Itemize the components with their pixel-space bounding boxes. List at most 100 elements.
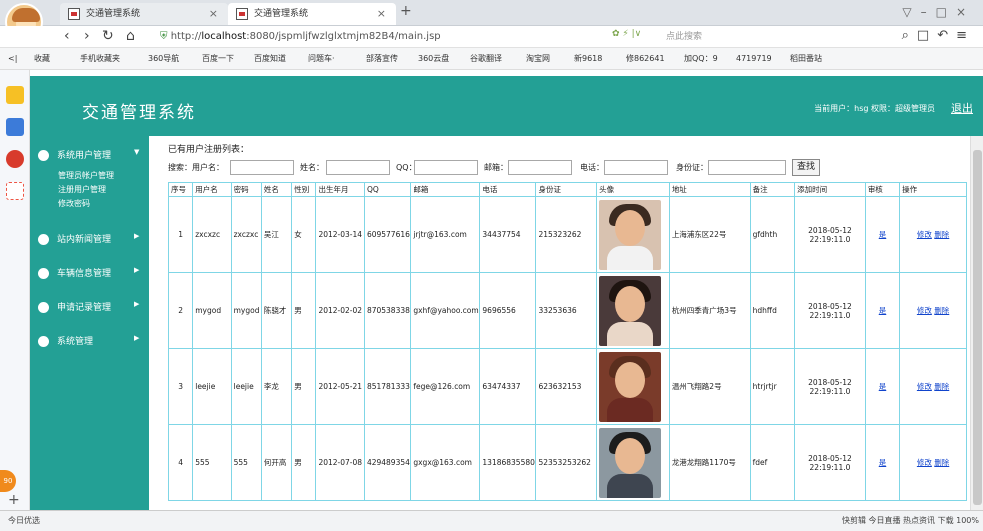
- scrollbar-thumb[interactable]: [973, 150, 982, 505]
- email-label: 邮箱：: [484, 163, 508, 172]
- audit-link[interactable]: 是: [879, 382, 887, 391]
- bookmark-item[interactable]: 谷歌翻译: [470, 48, 502, 69]
- page-icon: [68, 8, 80, 20]
- idcard-search-input[interactable]: [708, 160, 786, 175]
- menu-news[interactable]: 站内新闻管理 ▶: [38, 232, 149, 245]
- reload-button[interactable]: ↻: [102, 28, 114, 44]
- tab-2-active[interactable]: 交通管理系统 ×: [228, 3, 396, 25]
- vertical-scrollbar[interactable]: [970, 136, 983, 510]
- qq-search-input[interactable]: [414, 160, 478, 175]
- bookmark-item[interactable]: 稻田番站: [790, 48, 822, 69]
- close-icon[interactable]: ×: [209, 3, 218, 25]
- back-button[interactable]: ‹: [64, 28, 70, 44]
- submenu-registered-users[interactable]: 注册用户管理: [58, 184, 106, 195]
- cell-password: mygod: [230, 272, 262, 349]
- submenu-admin-accounts[interactable]: 管理员帐户管理: [58, 170, 114, 181]
- email-search-input[interactable]: [508, 160, 572, 175]
- audit-link[interactable]: 是: [879, 458, 887, 467]
- delete-link[interactable]: 删除: [934, 230, 949, 239]
- username-search-input[interactable]: [230, 160, 294, 175]
- column-header: QQ: [363, 182, 412, 197]
- cell-avatar: [596, 348, 670, 425]
- cell-phone: 63474337: [479, 348, 537, 425]
- close-icon[interactable]: ×: [377, 3, 386, 25]
- cell-username: mygod: [192, 272, 232, 349]
- menu-applications[interactable]: 申请记录管理 ▶: [38, 300, 149, 313]
- cell-sex: 男: [291, 348, 317, 425]
- address-bar[interactable]: ⛨ http://localhost:8080/jspmljfwzlglxtmj…: [160, 29, 632, 45]
- edit-link[interactable]: 修改: [917, 458, 932, 467]
- delete-link[interactable]: 删除: [934, 382, 949, 391]
- table-row: 2 mygod mygod 陈骁才 男 2012-02-02 870538338…: [167, 272, 967, 349]
- add-icon[interactable]: +: [8, 492, 20, 508]
- bookmark-item[interactable]: 部落宣传: [366, 48, 398, 69]
- bookmark-item[interactable]: 百度一下: [202, 48, 234, 69]
- cell-no: 4: [167, 424, 194, 501]
- edit-link[interactable]: 修改: [917, 230, 932, 239]
- bookmark-item[interactable]: 加QQ：9: [684, 48, 718, 69]
- cell-note: fdef: [749, 424, 796, 501]
- cell-password: 555: [230, 424, 262, 501]
- status-right[interactable]: 快剪辑 今日直播 热点资讯 下载 100%: [842, 511, 979, 531]
- window-controls[interactable]: ▽–□×: [902, 5, 975, 19]
- star-icon[interactable]: [6, 86, 24, 104]
- bookmark-item[interactable]: 百度知道: [254, 48, 286, 69]
- bookmark-item[interactable]: 360云盘: [418, 48, 449, 69]
- cell-password: leejie: [230, 348, 262, 425]
- menu-system[interactable]: 系统管理 ▶: [38, 334, 149, 347]
- menu-vehicles[interactable]: 车辆信息管理 ▶: [38, 266, 149, 279]
- cell-username: zxcxzc: [192, 196, 232, 273]
- bookmark-item[interactable]: 修862641: [626, 48, 665, 69]
- cell-phone: 9696556: [479, 272, 537, 349]
- search-button[interactable]: 查找: [792, 159, 820, 176]
- bookmark-item[interactable]: 新9618: [574, 48, 602, 69]
- audit-link[interactable]: 是: [879, 230, 887, 239]
- forward-button[interactable]: ›: [84, 28, 90, 44]
- bookmark-item[interactable]: 问题车·: [308, 48, 335, 69]
- cell-idcard: 52353253262: [535, 424, 598, 501]
- bookmarks-toggle-icon[interactable]: <|: [8, 48, 17, 69]
- bookmark-item[interactable]: 淘宝网: [526, 48, 550, 69]
- avatar-photo: [599, 427, 662, 498]
- delete-link[interactable]: 删除: [934, 306, 949, 315]
- column-header: 身份证: [535, 182, 598, 197]
- users-table: 序号 用户名 密码 姓名 性别 出生年月 QQ 邮箱 电话 身份证 头像 地址 …: [167, 182, 967, 501]
- lightning-icon[interactable]: ✿ ⚡ |∨: [612, 29, 641, 39]
- list-icon[interactable]: [6, 118, 24, 136]
- cell-birth: 2012-03-14: [315, 196, 365, 273]
- column-header: 添加时间: [794, 182, 866, 197]
- bookmark-item[interactable]: 4719719: [736, 48, 772, 69]
- menu-system-users[interactable]: 系统用户管理 ▼: [38, 148, 149, 161]
- cell-audit: 是: [864, 272, 901, 349]
- avatar-photo: [599, 351, 662, 422]
- tab-1[interactable]: 交通管理系统 ×: [60, 3, 228, 25]
- logout-link[interactable]: 退出: [951, 100, 973, 116]
- column-header: 头像: [596, 182, 670, 197]
- toolbar-icons[interactable]: ⌕□↶≡: [902, 28, 975, 43]
- cell-idcard: 33253636: [535, 272, 598, 349]
- name-search-input[interactable]: [326, 160, 390, 175]
- cell-address: 上海浦东区22号: [668, 196, 751, 273]
- edit-link[interactable]: 修改: [917, 306, 932, 315]
- audit-link[interactable]: 是: [879, 306, 887, 315]
- bookmark-item[interactable]: 360导航: [148, 48, 179, 69]
- column-header: 审核: [864, 182, 901, 197]
- search-input[interactable]: 点此搜索: [660, 29, 896, 45]
- new-tab-button[interactable]: +: [400, 3, 412, 19]
- secure-icon: ⛨: [160, 31, 171, 42]
- submenu-change-password[interactable]: 修改密码: [58, 198, 90, 209]
- cell-sex: 男: [291, 272, 317, 349]
- status-left[interactable]: 今日优选: [8, 511, 40, 531]
- delete-link[interactable]: 删除: [934, 458, 949, 467]
- home-button[interactable]: ⌂: [126, 28, 135, 44]
- edit-link[interactable]: 修改: [917, 382, 932, 391]
- at-icon[interactable]: [6, 182, 24, 200]
- bookmark-item[interactable]: 手机收藏夹: [80, 48, 120, 69]
- bookmark-item[interactable]: 收藏: [34, 48, 50, 69]
- column-header: 操作: [899, 182, 967, 197]
- cell-name: 李龙: [260, 348, 293, 425]
- weibo-icon[interactable]: [6, 150, 24, 168]
- cell-username: 555: [192, 424, 232, 501]
- phone-search-input[interactable]: [604, 160, 668, 175]
- cell-avatar: [596, 272, 670, 349]
